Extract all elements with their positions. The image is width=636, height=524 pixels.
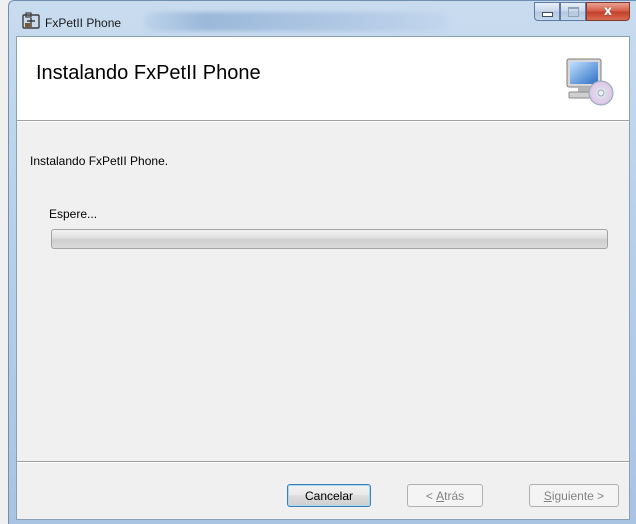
- title-bar[interactable]: FxPetII Phone x: [9, 1, 636, 37]
- back-button-label: trás: [444, 488, 465, 503]
- maximize-icon: [567, 6, 579, 17]
- install-status-text: Instalando FxPetII Phone.: [30, 154, 169, 168]
- minimize-icon: [541, 12, 553, 17]
- cancel-button[interactable]: Cancelar: [287, 484, 371, 507]
- dialog-client-area: Instalando FxPetII Phone Instalando FxPe…: [16, 36, 630, 520]
- installer-window: FxPetII Phone x Instalando FxPetII Phone: [8, 0, 636, 524]
- banner-divider: [17, 121, 629, 122]
- maximize-button[interactable]: [560, 2, 586, 21]
- next-button-label: iguiente >: [551, 488, 605, 503]
- window-title: FxPetII Phone: [45, 16, 122, 30]
- installer-screen: FxPetII Phone x Instalando FxPetII Phone: [0, 0, 636, 524]
- back-button[interactable]: < Atrás: [407, 484, 483, 507]
- install-progress-bar: [51, 229, 608, 249]
- page-title: Instalando FxPetII Phone: [36, 62, 261, 84]
- minimize-button[interactable]: [534, 2, 560, 21]
- cancel-button-label: Cancelar: [304, 488, 354, 503]
- computer-cd-icon: [566, 58, 614, 106]
- window-controls: x: [534, 2, 630, 21]
- wait-label: Espere...: [49, 207, 98, 221]
- footer-divider-highlight: [17, 462, 629, 463]
- close-button[interactable]: x: [586, 2, 630, 21]
- header-banner: Instalando FxPetII Phone: [17, 37, 629, 121]
- close-icon: x: [603, 4, 613, 19]
- title-bar-blurred-text: [144, 12, 449, 31]
- installer-app-icon: [22, 12, 40, 29]
- next-button-mnemonic: S: [543, 488, 552, 503]
- back-button-prefix: <: [425, 488, 437, 503]
- back-button-mnemonic: A: [436, 488, 445, 503]
- next-button[interactable]: Siguiente >: [529, 484, 619, 507]
